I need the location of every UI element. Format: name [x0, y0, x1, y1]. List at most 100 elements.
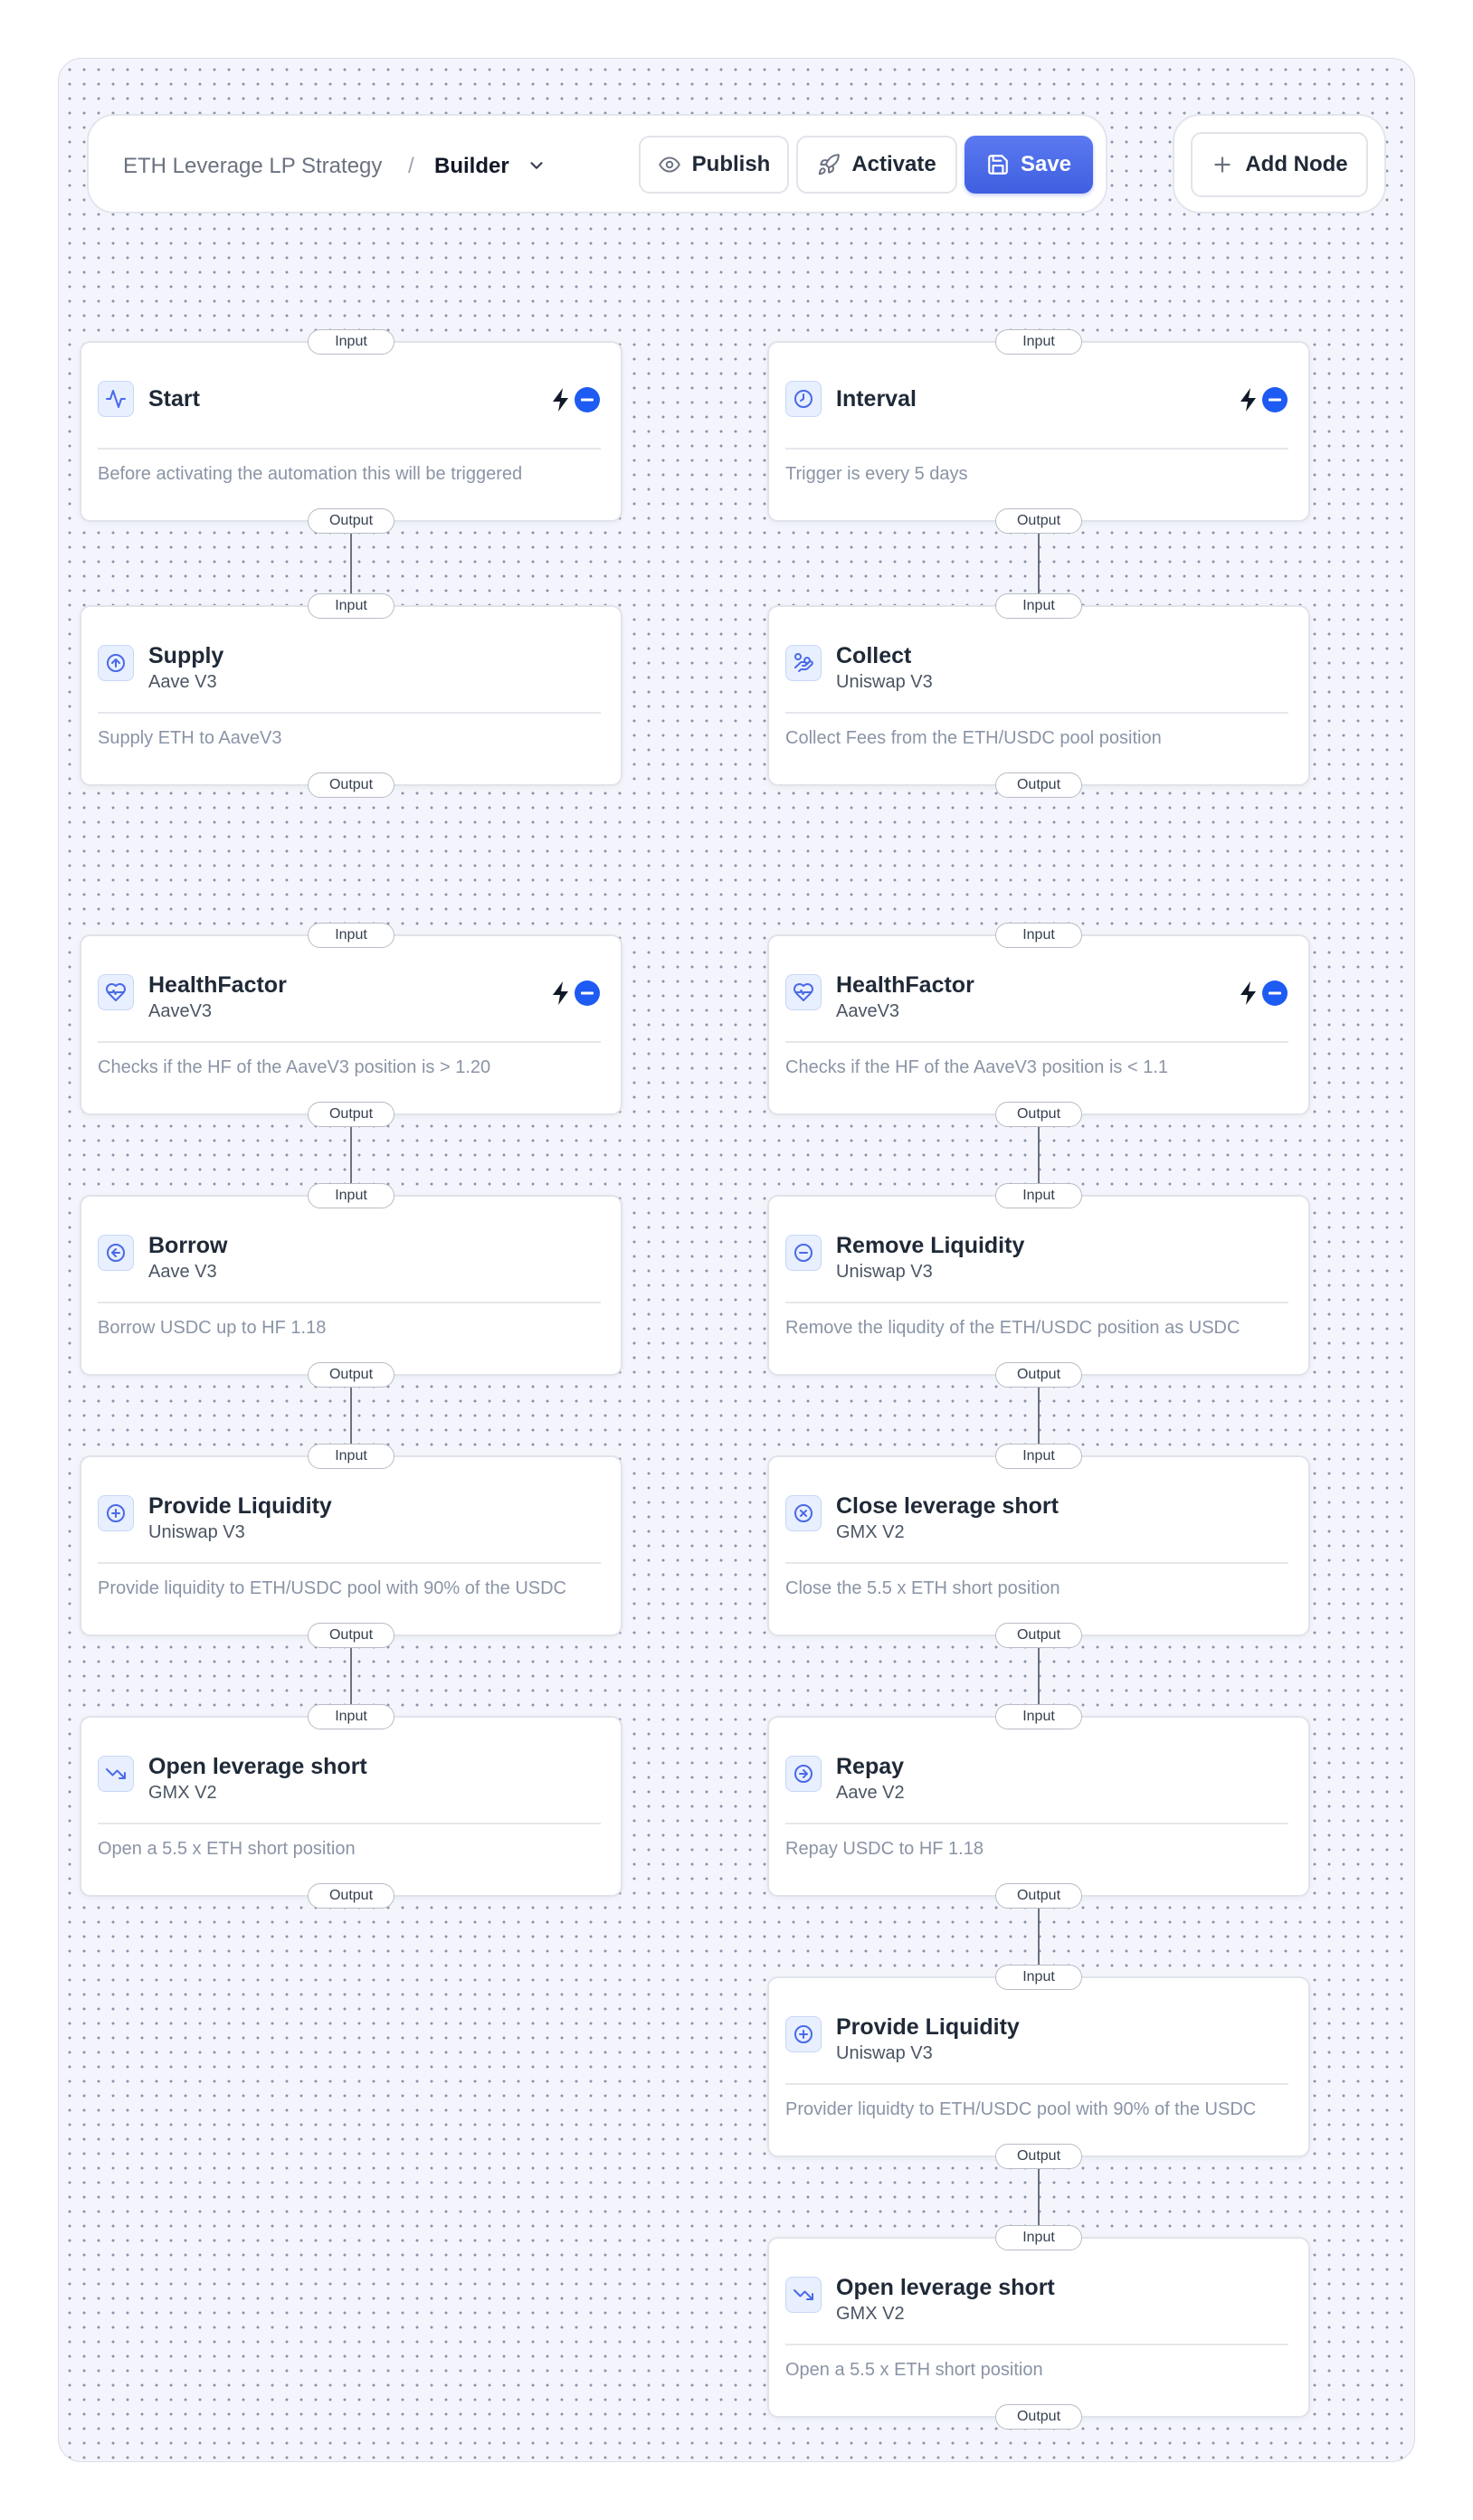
output-port[interactable]: Output: [995, 772, 1082, 798]
node-title: Open leverage short: [836, 2275, 1055, 2300]
input-port[interactable]: Input: [995, 923, 1082, 948]
node-divider: [785, 712, 1288, 714]
input-port[interactable]: Input: [308, 1183, 394, 1208]
node-start[interactable]: Input Start Before activating the automa…: [80, 329, 622, 534]
input-port[interactable]: Input: [995, 2225, 1082, 2250]
bolt-icon[interactable]: [1238, 981, 1259, 1006]
save-icon: [988, 155, 1008, 175]
input-port[interactable]: Input: [995, 1965, 1082, 1990]
node-open-leverage-short[interactable]: Input Open leverage short GMX V2 Open a …: [767, 2225, 1310, 2430]
node-title: Interval: [836, 386, 917, 412]
arrow-up-circle-icon: [98, 645, 134, 681]
node-protocol: Uniswap V3: [836, 1262, 933, 1282]
input-port[interactable]: Input: [308, 329, 394, 355]
add-node-panel: Add Node: [1173, 114, 1386, 213]
output-port[interactable]: Output: [995, 1102, 1082, 1127]
node-healthfactor[interactable]: Input HealthFactor AaveV3 Checks if the …: [767, 923, 1310, 1127]
node-protocol: AaveV3: [836, 1001, 900, 1021]
node-title: Provide Liquidity: [148, 1493, 332, 1519]
trending-down-icon: [98, 1756, 134, 1792]
output-port[interactable]: Output: [308, 508, 394, 534]
node-collect[interactable]: Input Collect Uniswap V3 Collect Fees fr…: [767, 593, 1310, 798]
trigger-controls: [550, 386, 601, 413]
clock-icon: [785, 381, 822, 417]
output-port[interactable]: Output: [995, 1623, 1082, 1648]
publish-button[interactable]: Publish: [639, 136, 789, 194]
output-port[interactable]: Output: [995, 1883, 1082, 1909]
input-port[interactable]: Input: [308, 1704, 394, 1729]
heart-pulse-icon: [785, 974, 822, 1010]
output-port[interactable]: Output: [308, 1362, 394, 1388]
node-title: Supply: [148, 643, 224, 668]
node-remove-liquidity[interactable]: Input Remove Liquidity Uniswap V3 Remove…: [767, 1183, 1310, 1388]
node-description: Collect Fees from the ETH/USDC pool posi…: [785, 728, 1162, 748]
output-port[interactable]: Output: [308, 1883, 394, 1909]
node-protocol: GMX V2: [148, 1783, 217, 1803]
node-protocol: Aave V3: [148, 1262, 217, 1282]
breadcrumb-project[interactable]: ETH Leverage LP Strategy: [123, 154, 382, 179]
node-healthfactor[interactable]: Input HealthFactor AaveV3 Checks if the …: [80, 923, 622, 1127]
node-title: Provide Liquidity: [836, 2014, 1020, 2040]
node-protocol: Aave V2: [836, 1783, 905, 1803]
node-description: Before activating the automation this wi…: [98, 464, 523, 484]
node-description: Close the 5.5 x ETH short position: [785, 1578, 1060, 1598]
input-port[interactable]: Input: [995, 593, 1082, 619]
input-port[interactable]: Input: [995, 1183, 1082, 1208]
rocket-icon: [819, 154, 841, 175]
x-circle-icon: [785, 1495, 822, 1531]
trending-down-icon: [785, 2277, 822, 2313]
remove-circle-icon[interactable]: [1261, 980, 1288, 1007]
chevron-down-icon[interactable]: [527, 156, 546, 175]
output-port[interactable]: Output: [995, 1362, 1082, 1388]
node-divider: [98, 1302, 601, 1303]
input-port[interactable]: Input: [995, 1444, 1082, 1469]
node-interval[interactable]: Input Interval Trigger is every 5 days O…: [767, 329, 1310, 534]
node-description: Checks if the HF of the AaveV3 position …: [98, 1057, 491, 1077]
bolt-icon[interactable]: [550, 981, 572, 1006]
node-divider: [98, 1041, 601, 1043]
node-description: Repay USDC to HF 1.18: [785, 1839, 984, 1859]
remove-circle-icon[interactable]: [574, 980, 601, 1007]
input-port[interactable]: Input: [308, 1444, 394, 1469]
remove-circle-icon[interactable]: [574, 386, 601, 413]
output-port[interactable]: Output: [308, 1102, 394, 1127]
save-label: Save: [1020, 152, 1072, 176]
minus-circle-icon: [785, 1235, 822, 1271]
heart-pulse-icon: [98, 974, 134, 1010]
node-protocol: Aave V3: [148, 672, 217, 692]
publish-label: Publish: [691, 152, 771, 176]
node-divider: [785, 1302, 1288, 1303]
output-port[interactable]: Output: [995, 2144, 1082, 2169]
remove-circle-icon[interactable]: [1261, 386, 1288, 413]
node-title: Remove Liquidity: [836, 1233, 1025, 1258]
node-borrow[interactable]: Input Borrow Aave V3 Borrow USDC up to H…: [80, 1183, 622, 1388]
node-title: HealthFactor: [148, 972, 287, 998]
output-port[interactable]: Output: [308, 1623, 394, 1648]
node-protocol: Uniswap V3: [148, 1522, 245, 1542]
output-port[interactable]: Output: [308, 772, 394, 798]
node-divider: [785, 1823, 1288, 1824]
node-divider: [785, 448, 1288, 450]
bolt-icon[interactable]: [550, 387, 572, 412]
input-port[interactable]: Input: [308, 593, 394, 619]
node-repay[interactable]: Input Repay Aave V2 Repay USDC to HF 1.1…: [767, 1704, 1310, 1909]
node-title: Borrow: [148, 1233, 228, 1258]
output-port[interactable]: Output: [995, 508, 1082, 534]
activate-button[interactable]: Activate: [796, 136, 957, 194]
save-button[interactable]: Save: [965, 136, 1093, 194]
eye-icon: [658, 156, 680, 173]
node-provide-liquidity[interactable]: Input Provide Liquidity Uniswap V3 Provi…: [80, 1444, 622, 1648]
input-port[interactable]: Input: [308, 923, 394, 948]
node-supply[interactable]: Input Supply Aave V3 Supply ETH to AaveV…: [80, 593, 622, 798]
node-divider: [98, 448, 601, 450]
input-port[interactable]: Input: [995, 1704, 1082, 1729]
node-provide-liquidity[interactable]: Input Provide Liquidity Uniswap V3 Provi…: [767, 1965, 1310, 2169]
add-node-button[interactable]: Add Node: [1191, 132, 1368, 197]
output-port[interactable]: Output: [995, 2404, 1082, 2430]
node-divider: [785, 1041, 1288, 1043]
input-port[interactable]: Input: [995, 329, 1082, 355]
bolt-icon[interactable]: [1238, 387, 1259, 412]
breadcrumb-current[interactable]: Builder: [434, 154, 509, 179]
node-open-leverage-short[interactable]: Input Open leverage short GMX V2 Open a …: [80, 1704, 622, 1909]
node-close-leverage-short[interactable]: Input Close leverage short GMX V2 Close …: [767, 1444, 1310, 1648]
